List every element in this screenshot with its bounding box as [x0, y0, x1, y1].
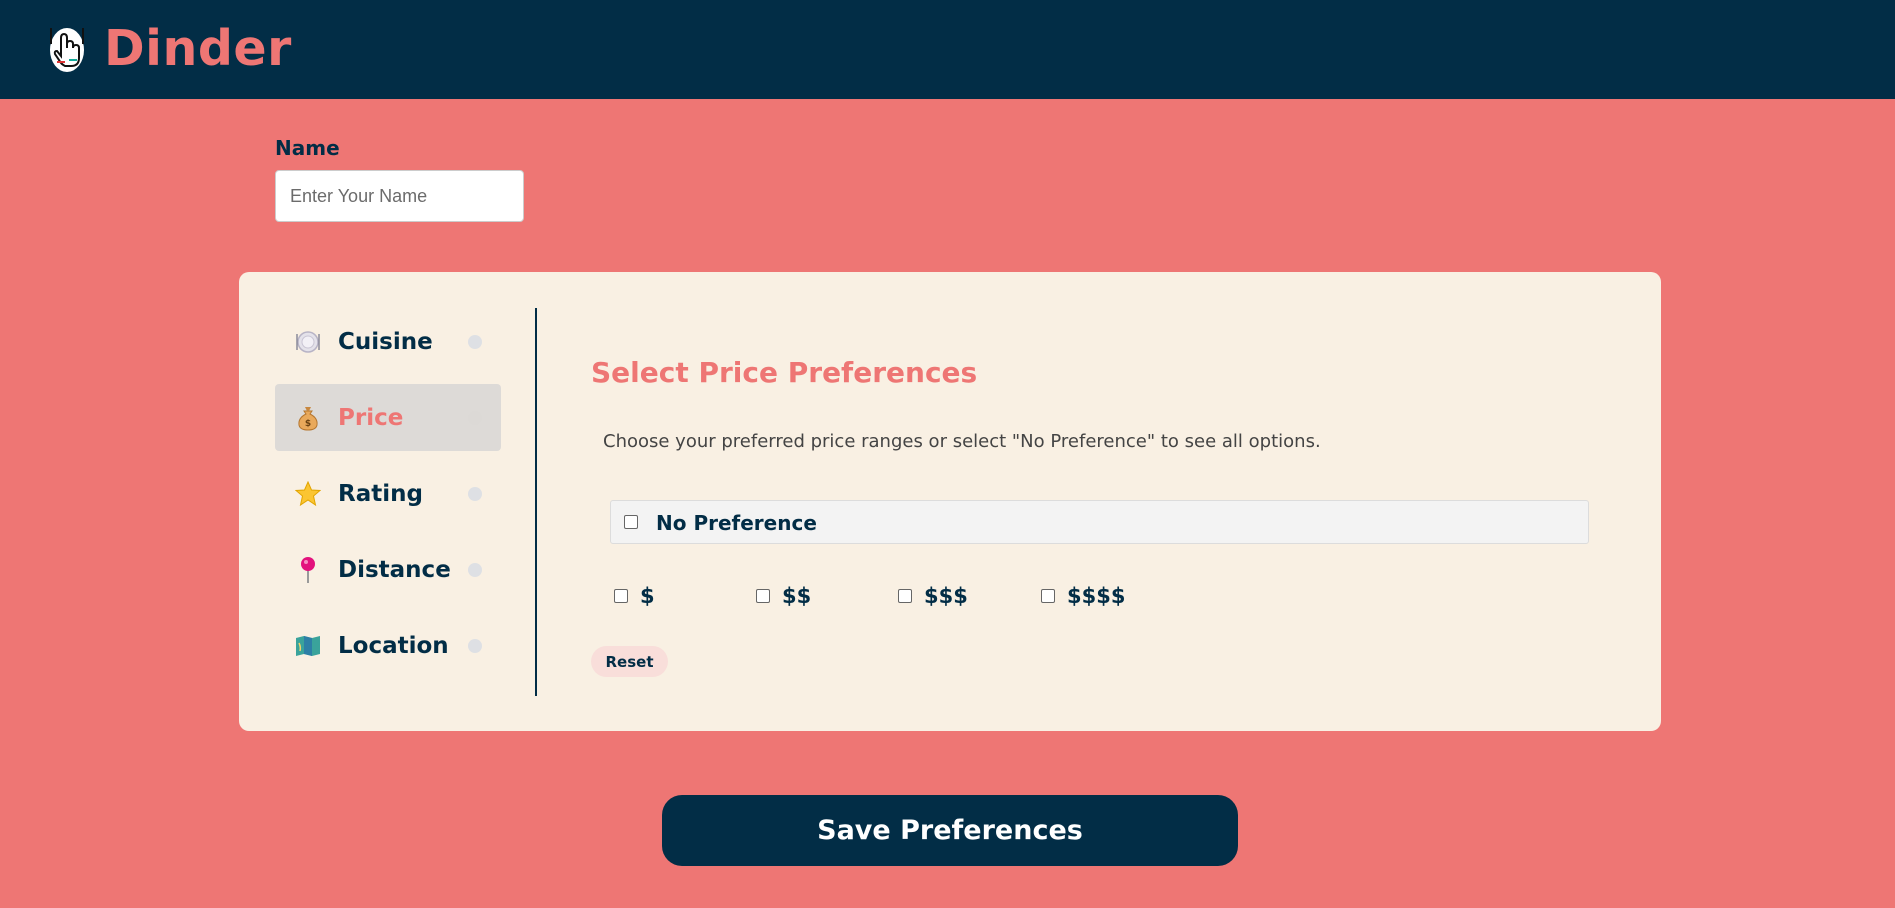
nav-status-dot — [468, 410, 482, 425]
price-label: $ — [640, 584, 655, 608]
app-title: Dinder — [104, 20, 292, 77]
pin-icon — [293, 555, 323, 585]
panel-title: Select Price Preferences — [591, 356, 978, 389]
save-preferences-button[interactable]: Save Preferences — [662, 795, 1238, 866]
nav-label-cuisine: Cuisine — [338, 328, 433, 355]
price-label: $$$ — [924, 584, 968, 608]
star-icon — [293, 479, 323, 509]
price-checkbox[interactable] — [1041, 589, 1055, 603]
nav-item-price[interactable]: $ Price — [275, 384, 501, 451]
nav-item-location[interactable]: Location — [275, 612, 501, 679]
no-preference-label: No Preference — [656, 511, 817, 535]
no-preference-option[interactable]: No Preference — [610, 500, 1589, 544]
price-checkbox[interactable] — [614, 589, 628, 603]
hand-pointer-icon[interactable] — [47, 22, 87, 74]
nav-label-location: Location — [338, 632, 449, 659]
plate-icon — [293, 327, 323, 357]
reset-button[interactable]: Reset — [591, 646, 668, 677]
nav-status-dot — [468, 562, 482, 577]
money-bag-icon: $ — [293, 403, 323, 433]
nav-label-distance: Distance — [338, 556, 451, 583]
price-checkbox[interactable] — [898, 589, 912, 603]
nav-item-rating[interactable]: Rating — [275, 460, 501, 527]
nav-label-price: Price — [338, 404, 404, 431]
map-icon — [293, 631, 323, 661]
section-divider — [535, 308, 537, 696]
nav-status-dot — [468, 486, 482, 501]
name-input[interactable] — [275, 170, 524, 222]
svg-text:$: $ — [305, 419, 311, 429]
preferences-nav: Cuisine $ Price Rating Distance Location — [275, 308, 501, 688]
nav-label-rating: Rating — [338, 480, 423, 507]
name-label: Name — [275, 136, 340, 160]
preferences-card: Cuisine $ Price Rating Distance Location… — [239, 272, 1661, 731]
panel-description: Choose your preferred price ranges or se… — [603, 431, 1321, 452]
price-checkbox[interactable] — [756, 589, 770, 603]
nav-item-cuisine[interactable]: Cuisine — [275, 308, 501, 375]
app-header: Dinder — [0, 0, 1895, 99]
nav-item-distance[interactable]: Distance — [275, 536, 501, 603]
price-label: $$ — [782, 584, 812, 608]
price-label: $$$$ — [1067, 584, 1126, 608]
nav-status-dot — [468, 334, 482, 349]
nav-status-dot — [468, 638, 482, 653]
no-preference-checkbox[interactable] — [624, 515, 638, 529]
